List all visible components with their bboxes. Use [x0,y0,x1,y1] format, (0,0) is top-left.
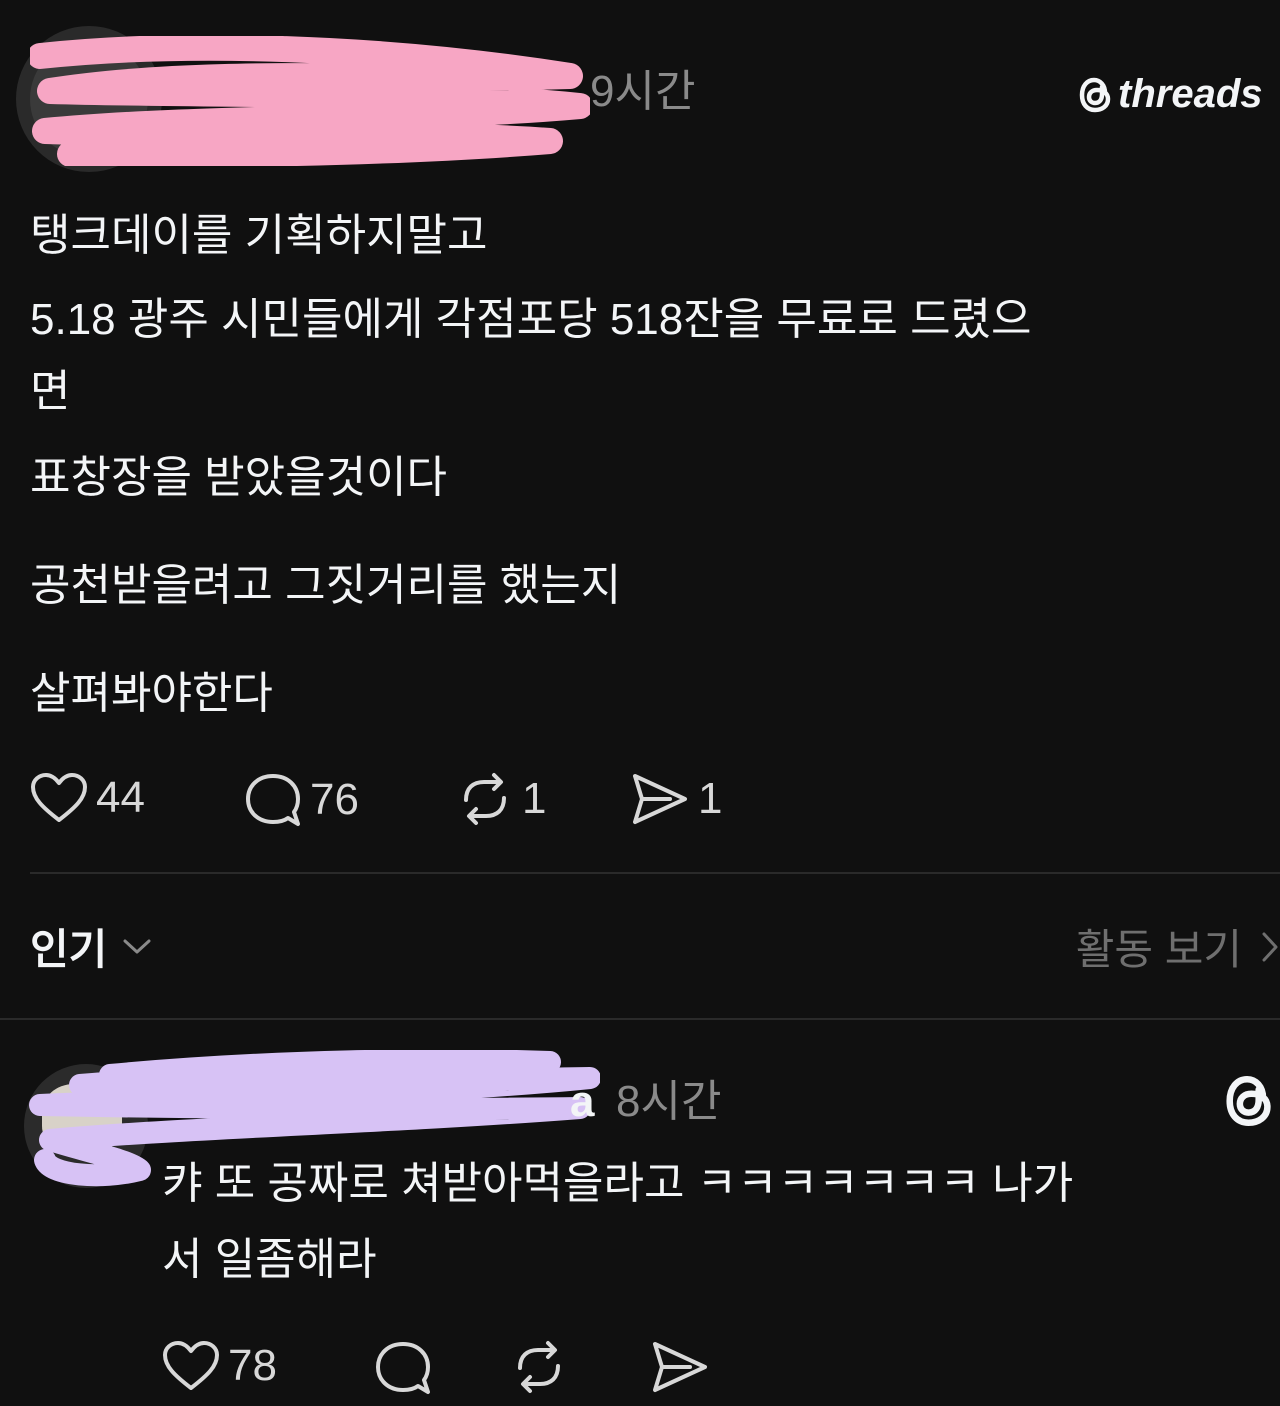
send-icon [633,774,687,824]
heart-icon [31,773,87,822]
reply-count: 76 [310,775,359,824]
post-timestamp: 9시간 [590,67,696,116]
repost-count: 1 [522,774,547,823]
post-text-line: 살펴봐야한다 [30,669,273,718]
like-button[interactable]: 44 [30,772,145,824]
reply-text-line: 서 일좀해라 [162,1235,377,1284]
reply-repost-button[interactable] [510,1340,568,1394]
sort-dropdown[interactable]: 인기 [30,916,153,977]
send-icon [653,1342,707,1392]
chevron-right-icon [1262,932,1278,961]
reply-share-button[interactable] [650,1340,710,1394]
comment-icon [376,1342,430,1394]
post-text-line: 표창장을 받았을것이다 [30,453,448,502]
reply-like-button[interactable]: 78 [162,1340,277,1392]
redaction-scribble [30,36,590,166]
repost-icon [518,1341,560,1393]
threads-wordmark: threads [1118,72,1263,116]
chevron-down-icon [123,939,151,953]
share-button[interactable]: 1 [630,772,722,826]
comment-icon [246,774,300,826]
sort-label: 인기 [30,926,108,973]
reply-comment-button[interactable] [374,1340,432,1396]
post-text-line: 공천받을려고 그짓거리를 했는지 [30,561,622,610]
divider [30,872,1280,874]
reply-button[interactable]: 76 [244,772,359,828]
post-text-line: 5.18 광주 시민들에게 각점포당 518잔을 무료로 드렸으 [30,295,1032,344]
threads-brand[interactable]: threads [1078,72,1263,117]
reply-like-count: 78 [228,1341,277,1390]
heart-icon [163,1341,219,1390]
reply-username-tail[interactable]: a [570,1080,594,1124]
post-text-line: 면 [30,367,71,416]
repost-button[interactable]: 1 [456,772,546,826]
like-count: 44 [96,773,145,822]
repost-icon [464,773,506,825]
reply-timestamp: 8시간 [616,1077,722,1126]
activity-label: 활동 보기 [1075,926,1242,973]
share-count: 1 [698,774,723,823]
threads-icon [1079,77,1111,112]
view-activity-link[interactable]: 활동 보기 [1076,916,1280,977]
divider [0,1018,1280,1020]
post-text-line: 탱크데이를 기획하지말고 [30,211,488,260]
reply-text-line: 캬 또 공짜로 쳐받아먹을라고 ㅋㅋㅋㅋㅋㅋㅋ 나가 [162,1159,1074,1208]
threads-icon[interactable] [1222,1072,1278,1130]
